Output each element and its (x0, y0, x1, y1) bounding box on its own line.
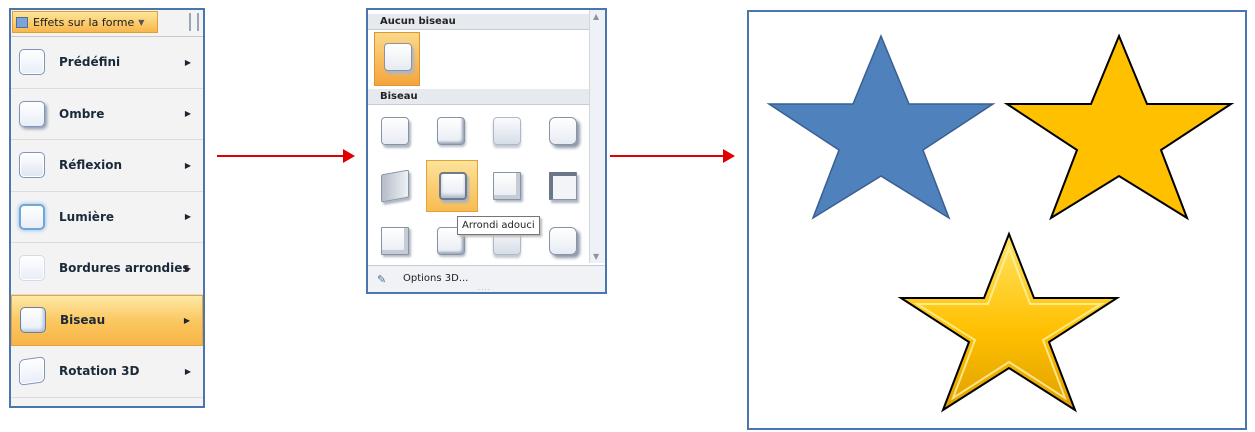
chevron-right-icon: ▶ (184, 160, 191, 170)
divider (189, 13, 191, 31)
rotation-3d-icon (19, 356, 45, 387)
stars-drawing (766, 33, 1235, 413)
bevel-cool-slant-icon (549, 117, 577, 145)
arrow-right-icon (610, 149, 735, 163)
chevron-right-icon: ▶ (184, 366, 191, 376)
bevel-icon (20, 307, 46, 334)
soft-edges-icon (19, 255, 45, 282)
shape-effects-label: Effets sur la forme (33, 15, 135, 29)
reflection-icon (19, 152, 45, 179)
bevel-art-deco-icon (549, 227, 577, 255)
preset-icon (19, 49, 45, 76)
bevel-option-relaxed-inset[interactable] (430, 110, 470, 150)
bevel-option-angle[interactable] (374, 165, 414, 205)
result-canvas (747, 10, 1247, 430)
menu-item-label: Lumière (59, 209, 115, 224)
divider (197, 13, 199, 31)
menu-item-soft-edges[interactable]: Bordures arrondies ▶ (11, 243, 203, 295)
options-3d-label: Options 3D... (403, 273, 469, 284)
chevron-down-icon: ▼ (138, 17, 145, 27)
bevel-relaxed-inset-icon (437, 117, 465, 145)
menu-header: Effets sur la forme ▼ (11, 10, 203, 37)
shape-icon (16, 16, 28, 28)
gallery-scrollbar[interactable]: ▲ ▼ (589, 10, 605, 263)
chevron-right-icon: ▶ (184, 212, 191, 222)
bevel-option-divot[interactable] (374, 220, 414, 260)
section-no-bevel: Aucun biseau (368, 14, 590, 30)
menu-item-reflection[interactable]: Réflexion ▶ (11, 140, 203, 192)
bevel-option-cross[interactable] (486, 110, 526, 150)
bevel-angle-icon (381, 169, 409, 203)
scroll-up-icon[interactable]: ▲ (593, 12, 599, 21)
bevel-option-none[interactable] (374, 32, 420, 86)
bevel-slope-icon (549, 172, 577, 200)
chevron-right-icon: ▶ (184, 109, 191, 119)
menu-item-shadow[interactable]: Ombre ▶ (11, 89, 203, 140)
chevron-right-icon: ▶ (184, 57, 191, 67)
cube-icon: ✎ (377, 273, 387, 286)
menu-item-label: Bordures arrondies (59, 261, 190, 276)
menu-item-bevel[interactable]: Biseau ▶ (11, 294, 203, 346)
bevel-circle-icon (381, 117, 409, 145)
menu-item-label: Rotation 3D (59, 364, 140, 379)
menu-item-preset[interactable]: Prédéfini ▶ (11, 37, 203, 89)
bevel-option-soft-round[interactable] (426, 160, 478, 212)
star-gold (1003, 33, 1235, 221)
star-blue (766, 34, 996, 220)
chevron-right-icon: ▶ (183, 315, 190, 325)
arrow-right-icon (217, 149, 355, 163)
menu-item-glow[interactable]: Lumière ▶ (11, 192, 203, 243)
bevel-option-cool-slant[interactable] (542, 110, 582, 150)
bevel-cross-icon (493, 117, 521, 145)
shadow-icon (19, 100, 45, 127)
menu-item-label: Réflexion (59, 158, 123, 173)
shape-effects-menu: Effets sur la forme ▼ Prédéfini ▶ Ombre … (9, 8, 205, 408)
bevel-option-slope[interactable] (542, 165, 582, 205)
bevel-gallery: Aucun biseau Biseau Arrondi adouci ▲ ▼ ✎… (366, 8, 607, 294)
glow-icon (19, 203, 45, 230)
menu-item-label: Ombre (59, 106, 105, 121)
shape-effects-button[interactable]: Effets sur la forme ▼ (12, 11, 158, 33)
bevel-soft-round-icon (439, 172, 467, 200)
bevel-convex-icon (493, 172, 521, 200)
bevel-option-art-deco[interactable] (542, 220, 582, 260)
tooltip: Arrondi adouci (457, 216, 540, 235)
bevel-option-convex[interactable] (486, 165, 526, 205)
bevel-option-circle[interactable] (374, 110, 414, 150)
menu-item-label: Biseau (60, 313, 106, 328)
menu-item-rotation-3d[interactable]: Rotation 3D ▶ (11, 346, 203, 398)
section-bevel: Biseau (368, 89, 590, 105)
chevron-right-icon: ▶ (184, 263, 191, 273)
scroll-down-icon[interactable]: ▼ (593, 252, 599, 261)
resize-grip-icon[interactable]: ···· (478, 286, 491, 292)
menu-item-label: Prédéfini (59, 55, 121, 70)
bevel-none-icon (384, 43, 412, 71)
options-3d-row[interactable]: ✎ Options 3D... ···· (368, 265, 605, 292)
bevel-divot-icon (381, 227, 409, 255)
star-gold-bevel (897, 231, 1121, 413)
